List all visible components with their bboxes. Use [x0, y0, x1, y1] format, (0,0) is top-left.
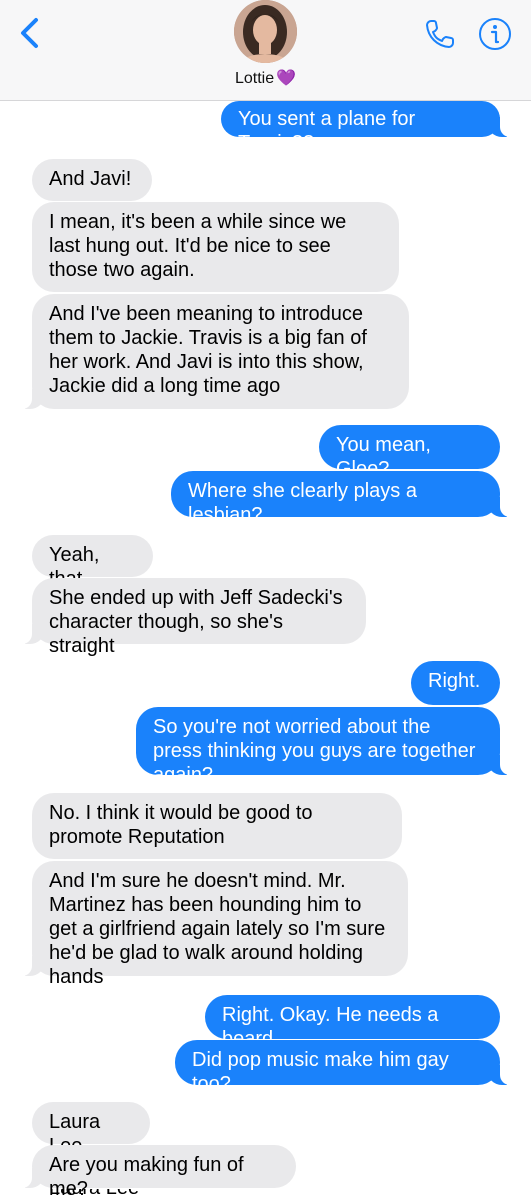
avatar[interactable] [234, 0, 297, 63]
contact-name[interactable]: Lottie 💜 [0, 68, 531, 88]
message-bubble-incoming[interactable]: Laura Lee [32, 1102, 150, 1157]
contact-photo [234, 0, 297, 63]
message-bubble-outgoing[interactable]: Right. Okay. He needs a beard [205, 995, 500, 1050]
message-bubble-incoming-cut-off: Laura Lee [32, 1189, 150, 1200]
message-bubble-outgoing[interactable]: Where she clearly plays a lesbian? [171, 471, 510, 526]
message-bubble-incoming[interactable]: And I'm sure he doesn't mind. Mr. Martin… [22, 861, 408, 988]
message-bubble-incoming[interactable]: And I've been meaning to introduce them … [22, 294, 409, 409]
message-bubble-incoming[interactable]: She ended up with Jeff Sadecki's charact… [22, 578, 366, 657]
message-bubble-outgoing[interactable]: You sent a plane for Travis?? [221, 101, 510, 154]
message-bubble-incoming[interactable]: And Javi! [32, 159, 152, 201]
message-thread[interactable]: You sent a plane for Travis?? And Javi! … [0, 101, 531, 1200]
message-bubble-incoming[interactable]: Are you making fun of me? [22, 1145, 296, 1200]
phone-icon[interactable] [422, 16, 458, 52]
contact-name-text: Lottie [234, 70, 275, 87]
message-bubble-incoming[interactable]: I mean, it's been a while since we last … [32, 202, 399, 292]
message-bubble-incoming[interactable]: Yeah, that [32, 535, 153, 590]
chevron-left-icon[interactable] [14, 14, 48, 52]
message-bubble-outgoing[interactable]: You mean, Glee? [319, 425, 500, 480]
message-bubble-outgoing[interactable]: Did pop music make him gay too? [175, 1040, 510, 1095]
message-bubble-outgoing[interactable]: Right. [411, 661, 500, 705]
message-bubble-incoming[interactable]: No. I think it would be good to promote … [32, 793, 402, 859]
conversation-header: Lottie 💜 [0, 0, 531, 101]
heart-emoji: 💜 [276, 70, 297, 87]
message-bubble-outgoing[interactable]: So you're not worried about the press th… [136, 707, 510, 786]
info-icon[interactable] [477, 16, 513, 52]
